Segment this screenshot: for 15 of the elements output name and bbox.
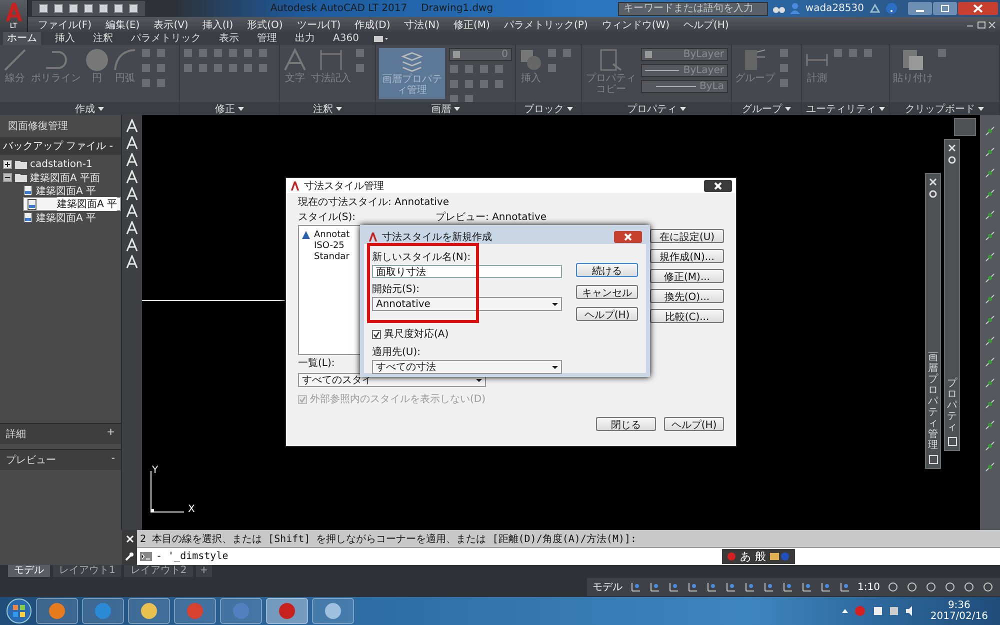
current-style-label: 現在の寸法スタイル: Annotative — [298, 196, 450, 209]
dialog-title: 寸法スタイル管理 — [304, 180, 384, 192]
field-label: スタイル(S): — [298, 211, 356, 224]
command-history: 2 本目の線を選択、または [Shift] を押しながらコーナーを適用、または [距離(D)/角度(A)/方法(M)]: — [137, 530, 1000, 547]
app-title: Autodesk AutoCAD LT 2017 — [270, 3, 408, 14]
axis-label: X — [188, 504, 195, 515]
panel-title: 図面修復管理 — [7, 120, 69, 134]
field-label: 開始元(S): — [372, 283, 421, 296]
preview-label: プレビュー: Annotative — [436, 210, 547, 224]
field-label: 新しいスタイル名(N): — [372, 250, 472, 264]
dialog-title: 寸法スタイルを新規作成 — [382, 230, 492, 244]
field-label: 適用先(U): — [372, 346, 422, 359]
document-title: Drawing1.dwg — [421, 3, 494, 14]
axis-label: Y — [152, 465, 158, 476]
field-label: 一覧(L): — [298, 357, 335, 370]
